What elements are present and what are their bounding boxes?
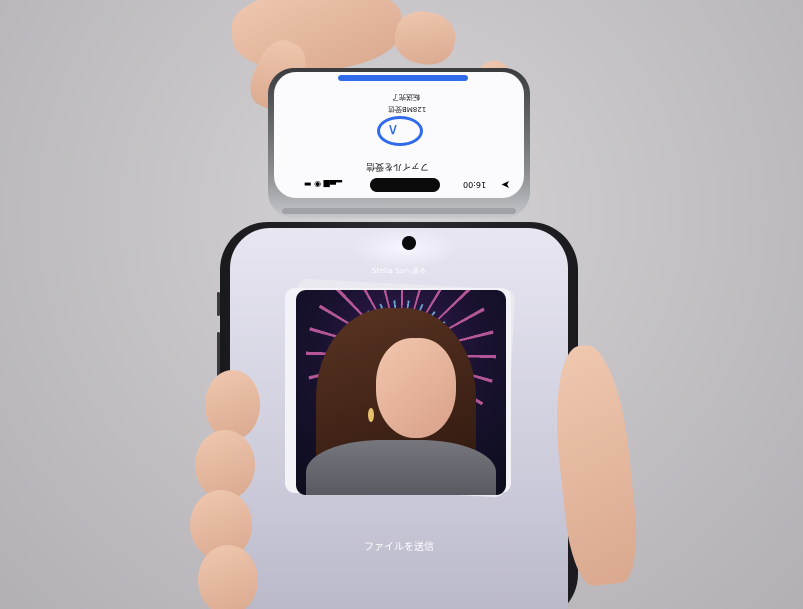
send-file-button[interactable]: ファイルを送信 bbox=[230, 538, 568, 553]
action-button bbox=[217, 292, 220, 316]
check-arrow-icon: ∧ bbox=[387, 121, 399, 140]
receiving-phone-screen: 転送完了 128MB受信 ∧ ファイルを受信 ▂▄▆ ◉ ▬ 16:00 ➤ bbox=[274, 72, 524, 198]
woman-face bbox=[376, 338, 456, 438]
transfer-progress-bar bbox=[338, 75, 468, 81]
phone-edge bbox=[282, 208, 516, 214]
left-hand-finger bbox=[205, 370, 260, 440]
signal-icon: ▂▄▆ ◉ ▬ bbox=[304, 180, 343, 189]
left-hand-finger bbox=[198, 545, 258, 609]
product-scene: 転送完了 128MB受信 ∧ ファイルを受信 ▂▄▆ ◉ ▬ 16:00 ➤ S… bbox=[0, 0, 803, 609]
receive-file-title: ファイルを受信 bbox=[366, 161, 430, 171]
sending-phone: Stella Suへ送る ファイルを送信 bbox=[217, 222, 578, 609]
sending-phone-screen: Stella Suへ送る ファイルを送信 bbox=[230, 228, 568, 609]
grey-sweater bbox=[306, 440, 496, 495]
location-arrow-icon: ➤ bbox=[500, 178, 510, 191]
transfer-size-text: 128MB受信 bbox=[388, 105, 427, 113]
dynamic-island bbox=[370, 178, 440, 192]
send-to-label: Stella Suへ送る bbox=[371, 267, 427, 275]
front-camera bbox=[402, 236, 416, 250]
upper-hand bbox=[229, 0, 405, 76]
transfer-status-text: 転送完了 bbox=[392, 93, 420, 101]
earring bbox=[368, 408, 374, 422]
clock: 16:00 bbox=[462, 180, 486, 189]
complete-ring bbox=[377, 116, 423, 146]
receiving-phone: 転送完了 128MB受信 ∧ ファイルを受信 ▂▄▆ ◉ ▬ 16:00 ➤ bbox=[268, 68, 530, 218]
shared-photo[interactable] bbox=[296, 290, 506, 495]
